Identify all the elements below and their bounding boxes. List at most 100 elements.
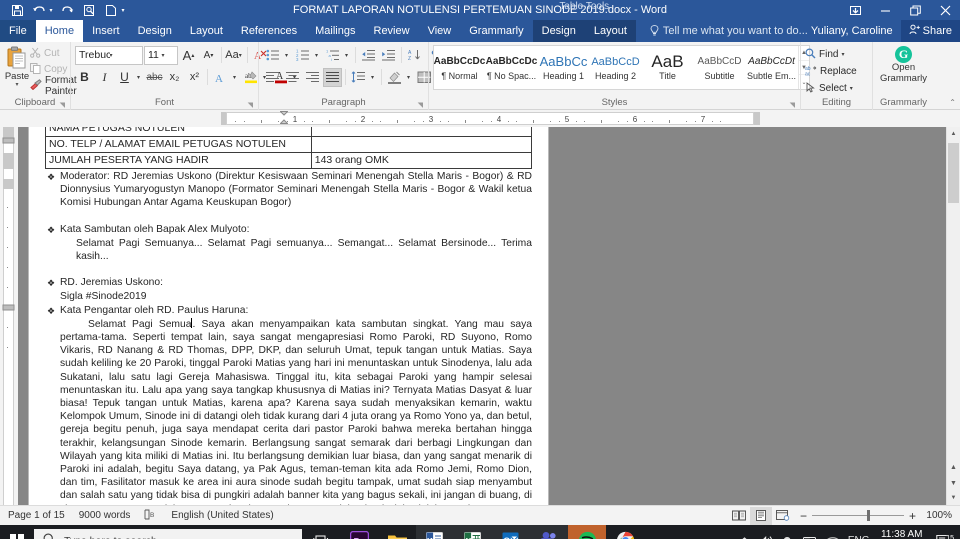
font-size-dropdown-icon[interactable]: ▾ [162,52,178,59]
onedrive-icon[interactable] [778,525,800,539]
vertical-scrollbar[interactable]: ▲ ▲ ▼ ▼ [946,127,960,505]
font-name-combo[interactable]: Trebuchet MS ▾ [75,45,143,65]
list-item[interactable]: ❖ RD. Jeremias Uskono: [45,276,532,290]
battery-icon[interactable] [800,525,822,539]
style-no-spacing[interactable]: AaBbCcDc ¶ No Spac... [486,46,538,89]
tab-references[interactable]: References [232,20,306,42]
spotify-icon[interactable] [568,525,606,539]
collapse-ribbon-icon[interactable]: ⌃ [949,98,956,107]
superscript-button[interactable]: x² [185,68,204,87]
start-icon[interactable] [0,525,34,539]
action-center-icon[interactable]: 15 [930,534,956,539]
premiere-pro-icon[interactable]: Pr [340,525,378,539]
close-icon[interactable] [930,0,960,20]
tab-design[interactable]: Design [129,20,181,42]
find-dropdown-icon[interactable]: ▾ [841,51,846,58]
table-row[interactable]: NAMA PETUGAS NOTULEN [45,127,533,137]
align-left-icon[interactable] [263,68,282,87]
account-name[interactable]: Yuliany, Caroline [803,20,901,42]
font-size-combo[interactable]: 11 ▾ [144,45,178,65]
page-indicator[interactable]: Page 1 of 15 [8,510,65,521]
tab-table-design[interactable]: Design [533,20,585,42]
tab-grammarly[interactable]: Grammarly [460,20,532,42]
multilevel-dropdown-icon[interactable]: ▾ [343,46,352,65]
tell-me-search[interactable]: Tell me what you want to do... [650,20,808,42]
file-explorer-icon[interactable] [378,525,416,539]
table-row[interactable]: JUMLAH PESERTA YANG HADIR 143 orang OMK [45,152,533,169]
list-item[interactable]: ❖ Kata Sambutan oleh Bapak Alex Mulyoto: [45,223,532,237]
table-cell-value[interactable]: 143 orang OMK [310,152,533,169]
tab-file[interactable]: File [0,20,36,42]
font-name-dropdown-icon[interactable]: ▾ [110,52,143,59]
chrome-icon[interactable] [606,525,644,539]
numbering-dropdown-icon[interactable]: ▾ [313,46,322,65]
style-normal[interactable]: AaBbCcDc ¶ Normal [434,46,486,89]
tab-insert[interactable]: Insert [83,20,129,42]
text-effects-dropdown-icon[interactable]: ▾ [231,68,240,87]
proofing-errors-icon[interactable]: B [144,509,157,523]
web-layout-icon[interactable] [772,507,794,525]
scrollbar-thumb[interactable] [948,143,959,203]
task-view-icon[interactable] [302,525,340,539]
next-page-icon[interactable]: ▼ [947,475,960,491]
minimize-icon[interactable] [870,0,900,20]
previous-page-icon[interactable]: ▲ [947,459,960,475]
shading-icon[interactable] [385,68,404,87]
search-input[interactable]: Type here to search [34,528,302,539]
list-item[interactable]: ❖ Kata Pengantar oleh RD. Paulus Haruna: [45,304,532,318]
bold-button[interactable]: B [75,68,94,87]
tab-view[interactable]: View [419,20,461,42]
multilevel-list-icon[interactable]: 1ai [323,46,342,65]
align-right-icon[interactable] [303,68,322,87]
restore-icon[interactable] [900,0,930,20]
style-subtle-emphasis[interactable]: AaBbCcDt Subtle Em... [746,46,798,89]
document-canvas[interactable]: NAMA PETUGAS NOTULEN NO. TELP / ALAMAT E… [18,127,946,505]
zoom-out-button[interactable]: − [800,509,807,523]
tab-mailings[interactable]: Mailings [306,20,364,42]
zoom-knob[interactable] [866,510,870,521]
style-heading-2[interactable]: AaBbCcD Heading 2 [590,46,642,89]
teams-icon[interactable]: T [530,525,568,539]
line-spacing-dropdown-icon[interactable]: ▾ [369,68,378,87]
table-row[interactable]: NO. TELP / ALAMAT EMAIL PETUGAS NOTULEN [45,136,533,153]
zoom-level[interactable]: 100% [922,510,952,521]
replace-button[interactable]: ab ac Replace [805,64,857,79]
word-icon[interactable]: W [416,525,454,539]
print-layout-icon[interactable] [749,506,772,525]
paragraph-dialog-launcher-icon[interactable]: ◥ [418,101,423,109]
table-cell-label[interactable]: NO. TELP / ALAMAT EMAIL PETUGAS NOTULEN [45,136,312,153]
subscript-button[interactable]: x₂ [165,68,184,87]
indent-marker-icon[interactable] [279,111,289,125]
styles-dialog-launcher-icon[interactable]: ◥ [790,101,795,109]
customize-qat-icon[interactable]: ▾ [118,1,128,19]
paste-dropdown-icon[interactable]: ▾ [15,82,18,88]
change-case-icon[interactable]: Aa ▾ [225,46,244,65]
volume-icon[interactable] [756,525,778,539]
decrease-indent-icon[interactable] [359,46,378,65]
zoom-in-button[interactable]: + [909,509,916,523]
style-heading-1[interactable]: AaBbCc Heading 1 [538,46,590,89]
body-paragraph[interactable]: Selamat Pagi Semua. Saya akan menyampaik… [45,317,532,505]
zoom-slider[interactable]: − + [800,509,916,523]
tab-layout[interactable]: Layout [181,20,232,42]
table-row-marker-icon[interactable] [2,135,15,144]
numbering-icon[interactable]: 123 [293,46,312,65]
style-subtitle[interactable]: AaBbCcD Subtitle [694,46,746,89]
clock[interactable]: 11:38 AM 5/27/2020 [874,529,931,539]
tab-review[interactable]: Review [365,20,419,42]
show-hidden-icons-icon[interactable] [734,525,756,539]
word-count[interactable]: 9000 words [79,510,131,521]
grow-font-icon[interactable]: A ▴ [179,46,198,65]
vertical-ruler[interactable] [0,127,18,505]
zoom-track[interactable] [811,510,904,521]
outlook-icon[interactable]: O [492,525,530,539]
bullets-dropdown-icon[interactable]: ▾ [283,46,292,65]
shrink-font-icon[interactable]: A ▾ [199,46,218,65]
document-page[interactable]: NAMA PETUGAS NOTULEN NO. TELP / ALAMAT E… [28,127,549,505]
text-effects-icon[interactable]: A [211,68,230,87]
shading-dropdown-icon[interactable]: ▾ [405,68,414,87]
bullets-icon[interactable] [263,46,282,65]
save-icon[interactable] [6,1,28,19]
line-spacing-icon[interactable] [349,68,368,87]
excel-icon[interactable]: X [454,525,492,539]
